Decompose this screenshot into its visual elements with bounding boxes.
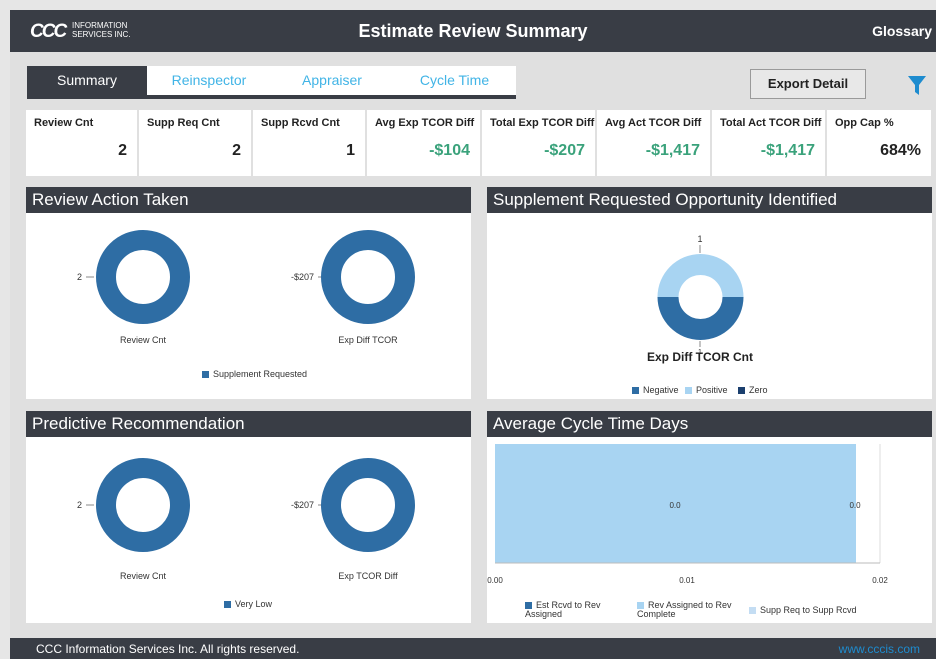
legend-swatch [637, 602, 644, 609]
legend-item-rev-assigned: Rev Assigned to Rev Complete [637, 601, 747, 619]
dashboard-frame: CCC INFORMATION SERVICES INC. Estimate R… [10, 10, 936, 659]
tab-reinspector[interactable]: Reinspector [147, 66, 271, 95]
tab-appraiser[interactable]: Appraiser [271, 66, 393, 95]
kpi-label: Total Act TCOR Diff [720, 117, 822, 129]
legend-swatch [525, 602, 532, 609]
kpi-total-exp-tcor-diff: Total Exp TCOR Diff -$207 [482, 110, 595, 176]
page-title: Estimate Review Summary [358, 21, 588, 41]
legend-swatch [685, 387, 692, 394]
footer-copyright: CCC Information Services Inc. All rights… [36, 642, 300, 656]
legend-item-zero: Zero [738, 385, 768, 395]
legend-label: Rev Assigned to Rev Complete [637, 600, 732, 619]
kpi-label: Opp Cap % [835, 117, 894, 129]
tab-cycle-time[interactable]: Cycle Time [393, 66, 516, 95]
donut-value-label: -$207 [291, 500, 314, 510]
donut-review-cnt[interactable] [96, 230, 190, 324]
export-detail-button[interactable]: Export Detail [750, 69, 866, 99]
predictive-panel: Predictive Recommendation 2 Review Cnt -… [26, 411, 471, 623]
chart-title: Exp Diff TCOR Cnt [647, 350, 753, 364]
review-action-panel: Review Action Taken 2 Review Cnt -$207 E… [26, 187, 471, 399]
kpi-label: Avg Exp TCOR Diff [375, 117, 475, 129]
kpi-label: Supp Req Cnt [147, 117, 220, 129]
x-tick-label: 0.02 [872, 576, 888, 585]
kpi-review-cnt: Review Cnt 2 [26, 110, 137, 176]
kpi-avg-act-tcor-diff: Avg Act TCOR Diff -$1,417 [597, 110, 710, 176]
legend-item-est-rcvd: Est Rcvd to Rev Assigned [525, 601, 625, 619]
legend-item: Supplement Requested [202, 369, 307, 379]
kpi-value: 1 [346, 142, 355, 159]
x-tick-label: 0.01 [679, 576, 695, 585]
kpi-label: Supp Rcvd Cnt [261, 117, 340, 129]
tab-bar: Summary Reinspector Appraiser Cycle Time [27, 66, 516, 99]
legend-item-supp-req: Supp Req to Supp Rcvd [749, 605, 857, 615]
donut-caption: Exp Diff TCOR [338, 335, 398, 345]
x-tick-label: 0.00 [487, 576, 503, 585]
donut-exp-diff-tcor[interactable] [321, 230, 415, 324]
legend-label: Zero [749, 385, 768, 395]
supplement-panel: Supplement Requested Opportunity Identif… [487, 187, 932, 399]
supplement-chart: 1 1 Exp Diff TCOR Cnt [647, 234, 753, 364]
donut-value-label: 2 [77, 272, 82, 282]
bar-data-label: 0.0 [669, 501, 681, 510]
kpi-label: Avg Act TCOR Diff [605, 117, 702, 129]
legend-item-positive: Positive [685, 385, 728, 395]
kpi-value: 684% [880, 142, 921, 159]
slice-label-top: 1 [697, 234, 702, 244]
kpi-label: Review Cnt [34, 117, 94, 129]
kpi-avg-exp-tcor-diff: Avg Exp TCOR Diff -$104 [367, 110, 480, 176]
legend-label: Supp Req to Supp Rcvd [760, 605, 857, 615]
cycle-time-panel: Average Cycle Time Days 0.0 0.0 0.00 0.0… [487, 411, 932, 623]
legend-label: Est Rcvd to Rev Assigned [525, 600, 601, 619]
tab-underline [27, 95, 516, 99]
donut-caption: Review Cnt [120, 571, 167, 581]
slice-positive[interactable] [657, 254, 744, 297]
kpi-opp-cap-pct: Opp Cap % 684% [827, 110, 931, 176]
donut-value-label: -$207 [291, 272, 314, 282]
kpi-supp-rcvd-cnt: Supp Rcvd Cnt 1 [253, 110, 365, 176]
review-action-chart: 2 Review Cnt -$207 Exp Diff TCOR [77, 230, 415, 345]
kpi-value: 2 [232, 142, 241, 159]
predictive-chart: 2 Review Cnt -$207 Exp TCOR Diff [77, 458, 415, 581]
tab-summary[interactable]: Summary [27, 66, 147, 95]
kpi-value: -$207 [544, 142, 585, 159]
footer-website-link[interactable]: www.cccis.com [839, 642, 920, 656]
legend-swatch [749, 607, 756, 614]
slice-negative[interactable] [657, 297, 744, 340]
legend-swatch [224, 601, 231, 608]
kpi-value: -$104 [429, 142, 470, 159]
footer-bar: CCC Information Services Inc. All rights… [10, 638, 936, 659]
legend-swatch [202, 371, 209, 378]
bar-data-label: 0.0 [849, 501, 861, 510]
legend-swatch [632, 387, 639, 394]
kpi-value: -$1,417 [760, 142, 815, 159]
legend-item-negative: Negative [632, 385, 679, 395]
legend-swatch [738, 387, 745, 394]
kpi-total-act-tcor-diff: Total Act TCOR Diff -$1,417 [712, 110, 825, 176]
legend-label: Negative [643, 385, 679, 395]
legend-label: Supplement Requested [213, 369, 308, 379]
legend-label: Very Low [235, 599, 273, 609]
header-bar: CCC INFORMATION SERVICES INC. Estimate R… [10, 10, 936, 52]
kpi-label: Total Exp TCOR Diff [490, 117, 595, 129]
donut-value-label: 2 [77, 500, 82, 510]
glossary-link[interactable]: Glossary [872, 23, 932, 39]
donut-exp-tcor-diff[interactable] [321, 458, 415, 552]
donut-review-cnt[interactable] [96, 458, 190, 552]
filter-icon[interactable] [908, 76, 926, 96]
cycle-time-chart: 0.0 0.0 0.00 0.01 0.02 [487, 444, 888, 585]
kpi-value: -$1,417 [645, 142, 700, 159]
kpi-supp-req-cnt: Supp Req Cnt 2 [139, 110, 251, 176]
legend-item: Very Low [224, 599, 272, 609]
donut-caption: Review Cnt [120, 335, 167, 345]
kpi-value: 2 [118, 142, 127, 159]
donut-caption: Exp TCOR Diff [338, 571, 398, 581]
legend-label: Positive [696, 385, 728, 395]
